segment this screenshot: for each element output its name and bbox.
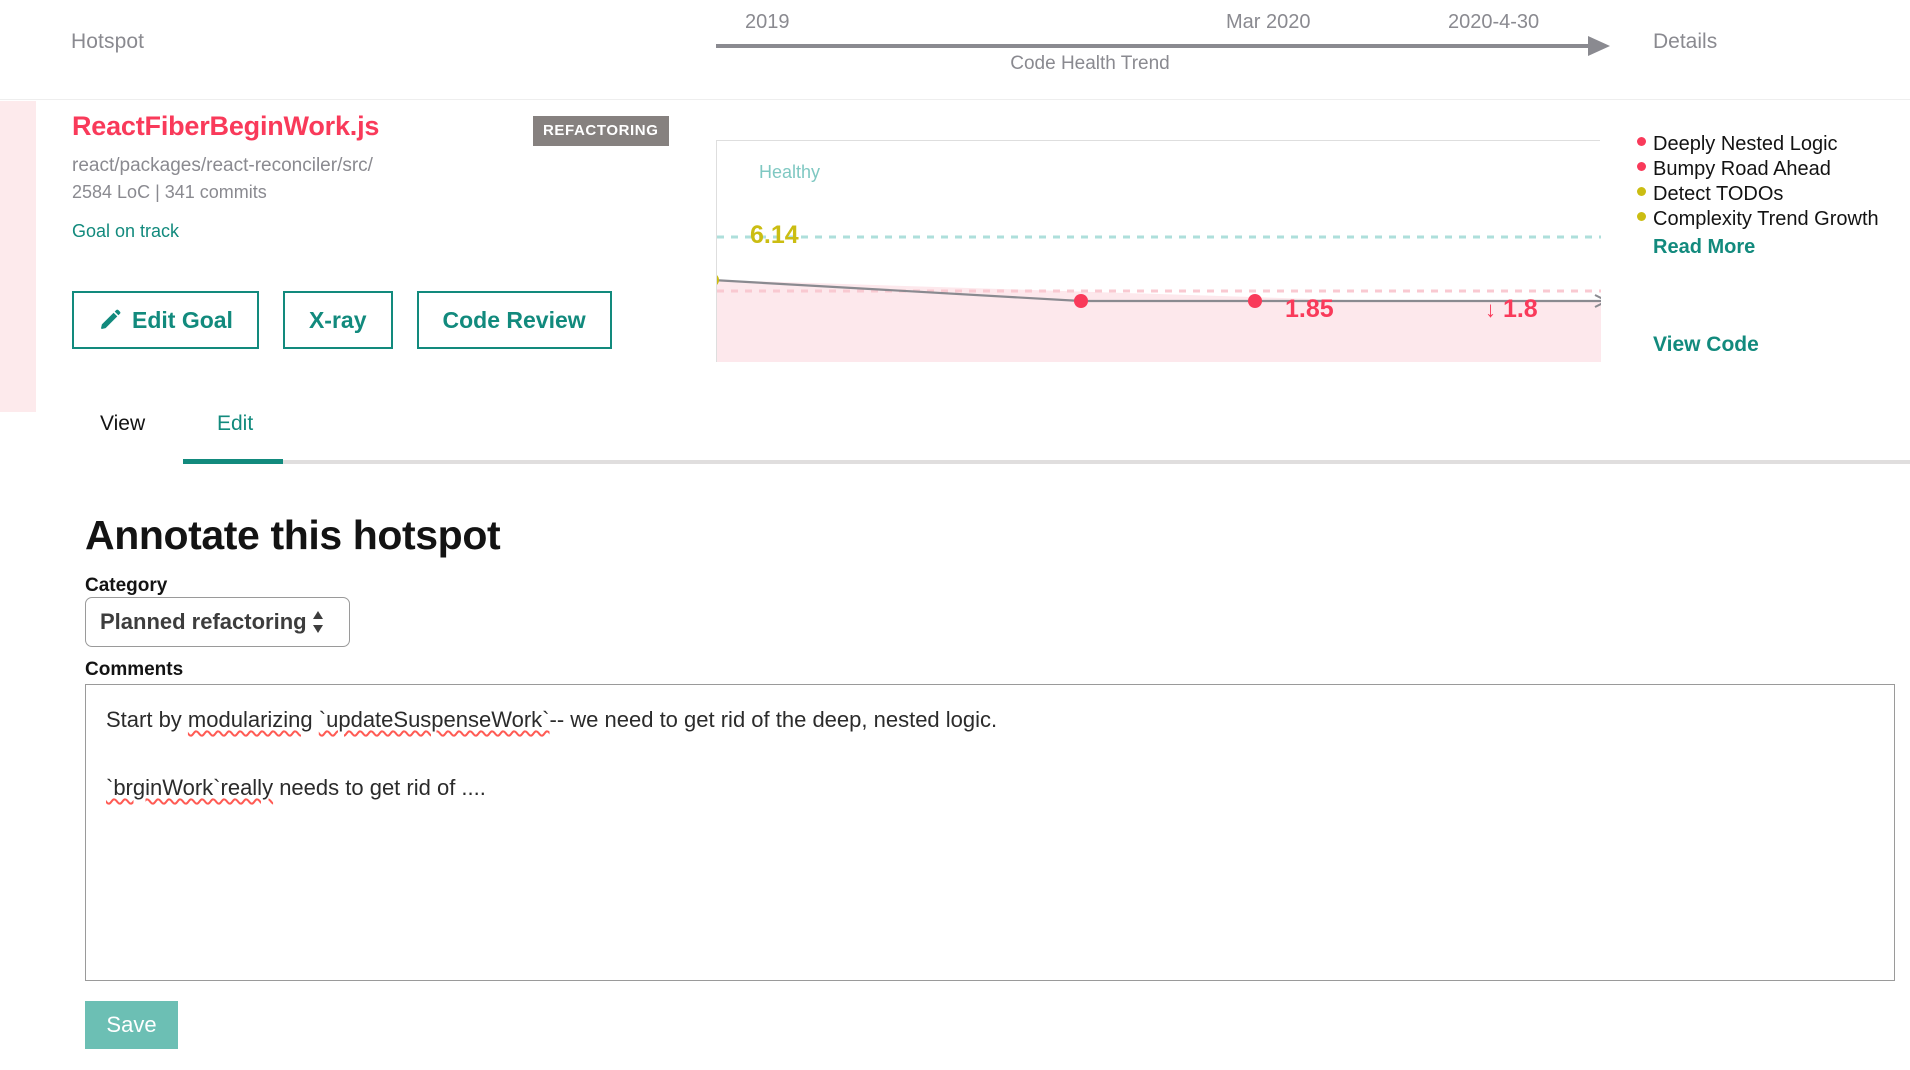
page-title: Annotate this hotspot — [85, 512, 500, 559]
chart-point-label-3-value: 1.8 — [1503, 295, 1538, 323]
category-select-value: Planned refactoring — [100, 609, 307, 635]
trend-down-icon: ↓ — [1485, 297, 1496, 322]
legend-item-label: Detect TODOs — [1653, 182, 1783, 207]
chart-legend: Deeply Nested Logic Bumpy Road Ahead Det… — [1637, 132, 1879, 259]
xray-label: X-ray — [309, 307, 367, 334]
legend-item-complexity-trend-growth[interactable]: Complexity Trend Growth — [1637, 207, 1879, 232]
comments-line-1-part-b: modularizing — [188, 707, 313, 732]
comments-line-1: Start by modularizing `updateSuspenseWor… — [106, 705, 1874, 735]
timeline-caption: Code Health Trend — [1010, 53, 1170, 75]
chart-svg — [717, 141, 1601, 363]
timeline-mid-label: Mar 2020 — [1226, 11, 1311, 34]
timeline-axis-line — [716, 44, 1596, 48]
page-header: Hotspot 2019 Mar 2020 2020-4-30 Code Hea… — [0, 0, 1910, 100]
legend-dot-icon — [1637, 137, 1646, 146]
hotspot-file-stats: 2584 LoC | 341 commits — [72, 182, 267, 203]
code-review-button[interactable]: Code Review — [417, 291, 612, 349]
hotspot-file-name[interactable]: ReactFiberBeginWork.js — [72, 111, 379, 142]
chart-point-label-1: 6.14 — [750, 221, 799, 250]
hotspot-file-path: react/packages/react-reconciler/src/ — [72, 155, 373, 177]
xray-button[interactable]: X-ray — [283, 291, 393, 349]
chart-point-3 — [1248, 294, 1262, 308]
legend-dot-icon — [1637, 162, 1646, 171]
hotspot-goal-status: Goal on track — [72, 221, 179, 242]
code-review-label: Code Review — [443, 307, 586, 334]
legend-item-label: Bumpy Road Ahead — [1653, 157, 1831, 182]
category-label: Category — [85, 575, 167, 597]
comments-blank-line — [106, 735, 1874, 773]
save-button-label: Save — [106, 1012, 156, 1038]
timeline-arrow-icon — [1588, 36, 1610, 56]
legend-dot-icon — [1637, 187, 1646, 196]
timeline-start-label: 2019 — [745, 11, 790, 34]
chart-healthy-label: Healthy — [759, 162, 820, 183]
view-code-link[interactable]: View Code — [1653, 333, 1759, 357]
chart-point-label-2: 1.85 — [1285, 295, 1334, 324]
comments-line-2-part-b: needs to get rid of .... — [273, 775, 486, 800]
comments-textarea[interactable]: Start by modularizing `updateSuspenseWor… — [85, 684, 1895, 981]
category-select[interactable]: Planned refactoring — [85, 597, 350, 647]
comments-line-2-part-a: `brginWork`really — [106, 775, 273, 800]
chart-point-2 — [1074, 294, 1088, 308]
legend-item-deeply-nested-logic[interactable]: Deeply Nested Logic — [1637, 132, 1879, 157]
legend-item-bumpy-road-ahead[interactable]: Bumpy Road Ahead — [1637, 157, 1879, 182]
hotspot-severity-stripe — [0, 101, 36, 412]
comments-line-1-part-e: -- we need to get rid of the deep, neste… — [550, 707, 998, 732]
comments-line-1-part-a: Start by — [106, 707, 188, 732]
header-details-label: Details — [1653, 30, 1717, 54]
app-root: Hotspot 2019 Mar 2020 2020-4-30 Code Hea… — [0, 0, 1910, 1070]
edit-goal-label: Edit Goal — [132, 307, 233, 334]
legend-item-label: Complexity Trend Growth — [1653, 207, 1879, 232]
status-badge: REFACTORING — [533, 116, 669, 146]
pencil-icon — [98, 308, 122, 332]
timeline-end-label: 2020-4-30 — [1448, 11, 1539, 34]
comments-line-1-part-d: `updateSuspenseWork` — [319, 707, 550, 732]
comments-label: Comments — [85, 659, 183, 681]
tab-edit[interactable]: Edit — [217, 412, 253, 452]
tab-bar-divider — [283, 460, 1910, 464]
header-hotspot-label: Hotspot — [71, 30, 144, 54]
chevron-updown-icon — [311, 609, 325, 635]
legend-item-label: Deeply Nested Logic — [1653, 132, 1838, 157]
code-health-trend-chart[interactable]: Healthy — [716, 140, 1600, 362]
hotspot-action-buttons: Edit Goal X-ray Code Review — [72, 291, 612, 349]
legend-item-detect-todos[interactable]: Detect TODOs — [1637, 182, 1879, 207]
legend-dot-icon — [1637, 212, 1646, 221]
chart-point-label-3: ↓ 1.8 — [1485, 295, 1538, 324]
tab-active-underline — [183, 459, 283, 464]
tab-bar: View Edit — [0, 412, 1910, 464]
read-more-link[interactable]: Read More — [1653, 236, 1879, 259]
tab-view[interactable]: View — [100, 412, 145, 452]
comments-line-2: `brginWork`really needs to get rid of ..… — [106, 773, 1874, 803]
save-button[interactable]: Save — [85, 1001, 178, 1049]
edit-goal-button[interactable]: Edit Goal — [72, 291, 259, 349]
